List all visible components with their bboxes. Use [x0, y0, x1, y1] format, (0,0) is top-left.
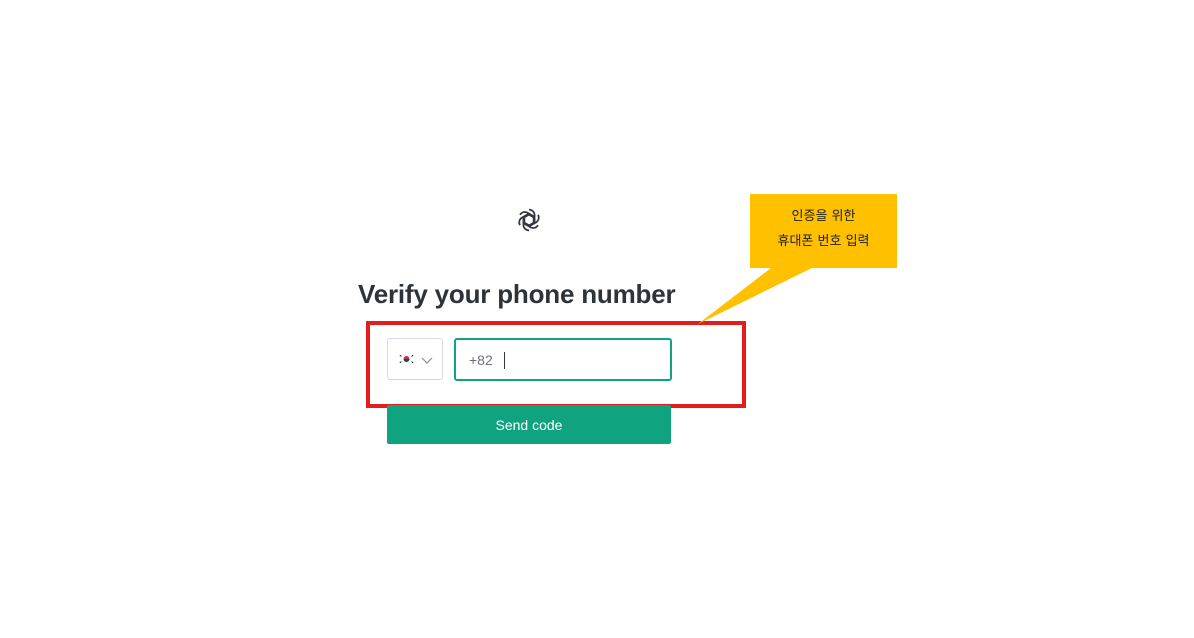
page-title: Verify your phone number — [358, 279, 676, 309]
callout-line-1: 인증을 위한 — [791, 209, 856, 224]
text-caret — [504, 352, 505, 369]
phone-number-field[interactable] — [454, 338, 672, 381]
callout-annotation-text: 인증을 위한 휴대폰 번호 입력 — [750, 204, 897, 254]
callout-line-2: 휴대폰 번호 입력 — [777, 234, 870, 249]
openai-logo-icon — [516, 208, 542, 232]
chevron-down-icon — [421, 357, 433, 364]
phone-number-input[interactable] — [456, 340, 670, 379]
callout-annotation — [698, 194, 897, 324]
country-code-select[interactable] — [387, 338, 443, 380]
send-code-button[interactable]: Send code — [387, 405, 671, 444]
verify-phone-page: Verify your phone number Send code 인증 — [0, 0, 1194, 638]
south-korea-flag-icon — [398, 353, 415, 365]
